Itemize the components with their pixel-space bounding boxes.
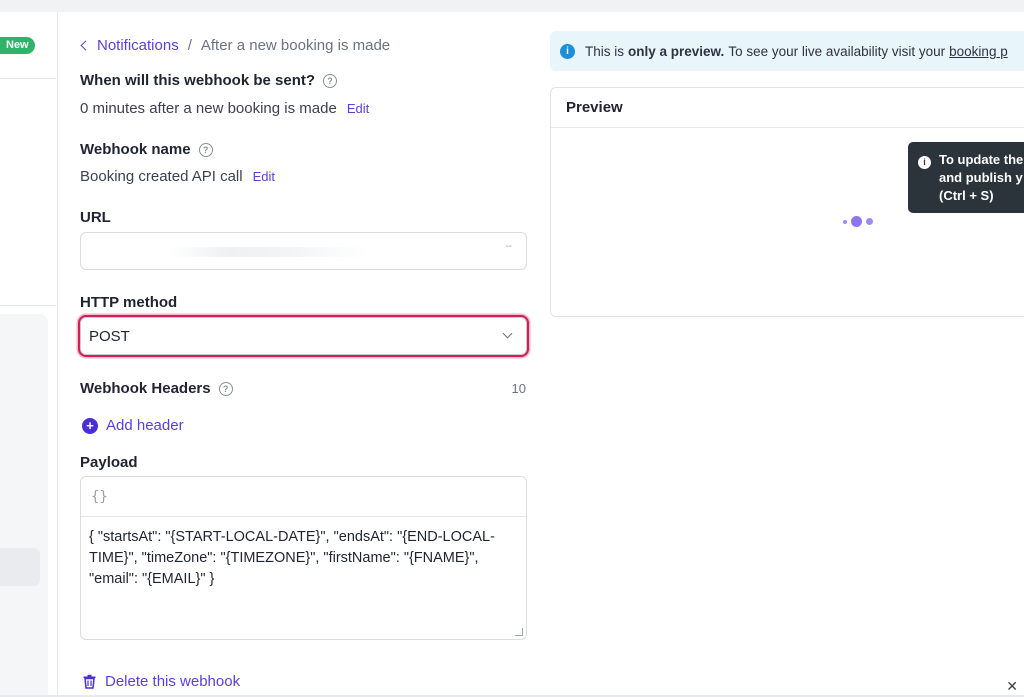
- sidebar-item-active[interactable]: [0, 548, 40, 586]
- breadcrumb-current: After a new booking is made: [200, 37, 391, 54]
- code-braces-icon[interactable]: {}: [91, 489, 108, 505]
- breadcrumb-back-link[interactable]: Notifications: [80, 37, 179, 54]
- sidebar-divider: [0, 78, 56, 79]
- when-sent-label: When will this webhook be sent? ?: [80, 72, 338, 89]
- breadcrumb-parent: Notifications: [97, 37, 179, 54]
- webhook-name-edit-link[interactable]: Edit: [253, 169, 275, 184]
- plus-circle-icon: +: [82, 417, 98, 434]
- loader-dot: [843, 219, 847, 224]
- url-label: URL: [80, 209, 111, 226]
- http-method-select[interactable]: POST: [80, 317, 527, 355]
- when-sent-edit-link[interactable]: Edit: [347, 101, 369, 116]
- url-suffix: --: [505, 241, 512, 252]
- trash-icon: [83, 674, 96, 689]
- info-icon: i: [560, 43, 575, 59]
- url-input[interactable]: --: [80, 232, 527, 270]
- payload-toolbar: {}: [81, 477, 526, 517]
- webhook-name-label: Webhook name ?: [80, 141, 213, 158]
- new-badge: New: [0, 37, 35, 54]
- loader-dot: [851, 216, 862, 227]
- breadcrumb: Notifications / After a new booking is m…: [80, 37, 390, 54]
- help-icon[interactable]: ?: [218, 381, 233, 396]
- chevron-down-icon: [502, 328, 513, 339]
- webhook-name-value: Booking created API call Edit: [80, 168, 276, 185]
- payload-textarea[interactable]: { "startsAt": "{START-LOCAL-DATE}", "end…: [81, 517, 526, 600]
- close-icon[interactable]: ✕: [1006, 678, 1018, 695]
- webhook-headers-label: Webhook Headers ?: [80, 380, 233, 397]
- delete-webhook-button[interactable]: Delete this webhook: [82, 673, 240, 690]
- preview-title: Preview: [551, 88, 1024, 128]
- info-icon: i: [918, 155, 931, 169]
- url-redacted-text: [169, 247, 369, 257]
- payload-editor[interactable]: {} { "startsAt": "{START-LOCAL-DATE}", "…: [80, 476, 527, 640]
- add-header-button[interactable]: + Add header: [82, 417, 184, 434]
- resize-handle[interactable]: [515, 628, 523, 636]
- payload-label: Payload: [80, 454, 138, 471]
- sidebar-divider: [0, 305, 56, 306]
- preview-info-banner: i This is only a preview. To see your li…: [550, 31, 1024, 71]
- sidebar-lower-panel: [0, 314, 48, 697]
- http-method-label: HTTP method: [80, 294, 178, 311]
- booking-page-link[interactable]: booking p: [949, 44, 1008, 59]
- headers-count: 10: [511, 381, 526, 396]
- http-method-selected: POST: [89, 327, 130, 345]
- loader-dot: [866, 218, 873, 225]
- help-icon[interactable]: ?: [323, 73, 338, 88]
- help-icon[interactable]: ?: [198, 142, 213, 157]
- save-tooltip: i To update the and publish y (Ctrl + S): [908, 142, 1024, 213]
- window-top-strip: [0, 0, 1024, 12]
- when-sent-value: 0 minutes after a new booking is made Ed…: [80, 100, 370, 117]
- chevron-left-icon: [80, 40, 91, 51]
- loading-spinner: [843, 216, 877, 227]
- breadcrumb-separator: /: [187, 37, 192, 54]
